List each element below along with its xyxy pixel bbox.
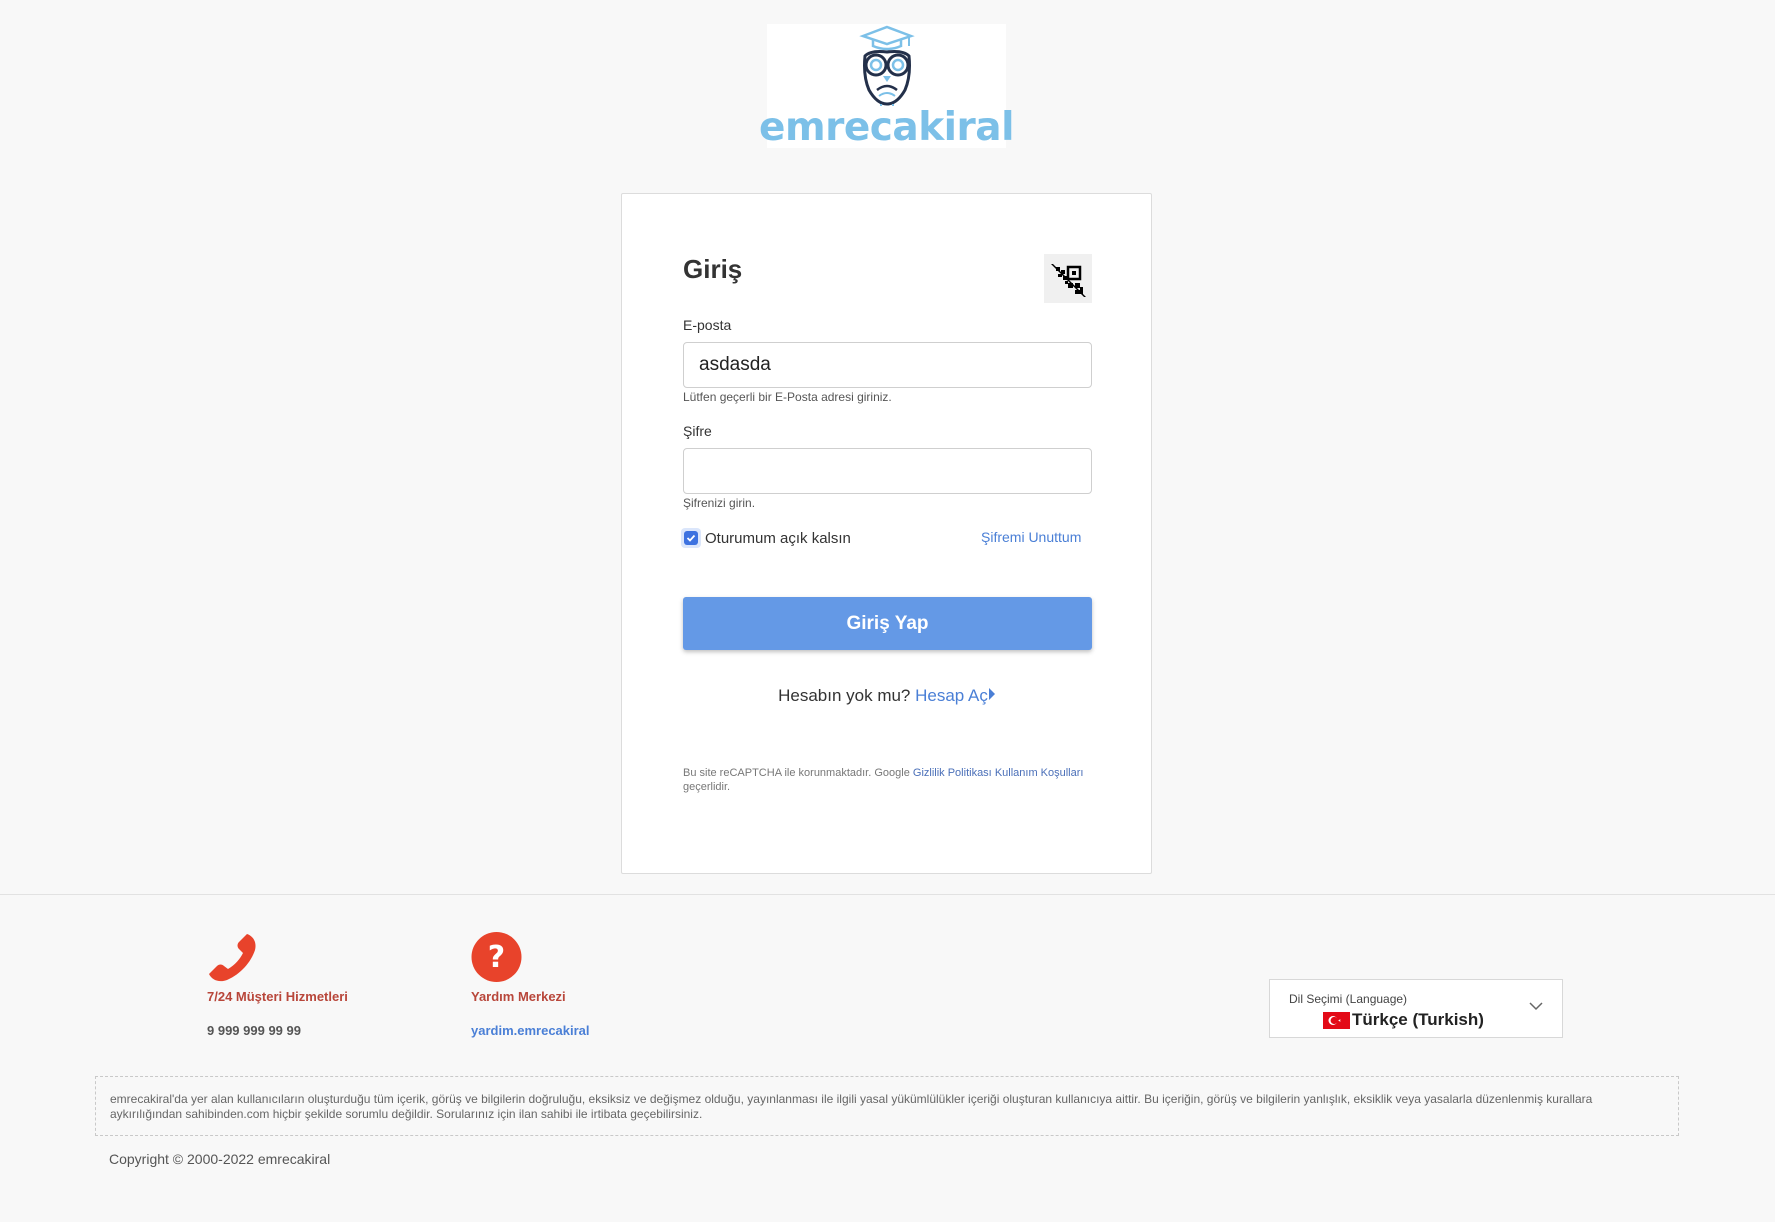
remember-me-label: Oturumum açık kalsın xyxy=(705,529,851,547)
owl-logo-icon xyxy=(858,25,915,106)
svg-text:?: ? xyxy=(488,940,505,975)
privacy-policy-link[interactable]: Gizlilik Politikası xyxy=(913,767,992,779)
check-icon xyxy=(686,534,696,542)
customer-service-phone: 9 999 999 99 99 xyxy=(207,1023,301,1038)
language-label: Dil Seçimi (Language) xyxy=(1289,992,1408,1006)
page-title: Giriş xyxy=(683,254,743,284)
email-hint: Lütfen geçerli bir E-Posta adresi girini… xyxy=(683,390,892,404)
terms-link[interactable]: Kullanım Koşulları xyxy=(995,767,1084,779)
help-center-title: Yardım Merkezi xyxy=(471,989,566,1004)
password-hint: Şifrenizi girin. xyxy=(683,496,756,510)
language-value-text: Türkçe (Turkish) xyxy=(1352,1010,1484,1029)
phone-icon xyxy=(209,934,256,982)
copyright: Copyright © 2000-2022 emrecakiral xyxy=(109,1151,331,1167)
login-card: Giriş E-posta Lütfen geçerli bir E-Posta… xyxy=(621,193,1152,874)
forgot-password-link[interactable]: Şifremi Unuttum xyxy=(981,529,1081,545)
recaptcha-notice: Bu site reCAPTCHA ile korunmaktadır. Goo… xyxy=(683,766,1093,794)
signup-link[interactable]: Hesap Aç xyxy=(915,686,995,705)
customer-service-block: 7/24 Müşteri Hizmetleri 9 999 999 99 99 xyxy=(207,932,348,1038)
chevron-down-icon xyxy=(1529,1002,1543,1011)
remember-me-checkbox[interactable] xyxy=(681,528,701,548)
help-center-block: ? Yardım Merkezi yardim.emrecakiral xyxy=(471,932,590,1038)
qr-code-icon xyxy=(1051,263,1086,297)
password-field[interactable] xyxy=(683,448,1092,494)
customer-service-title: 7/24 Müşteri Hizmetleri xyxy=(207,989,348,1004)
help-center-link[interactable]: yardim.emrecakiral xyxy=(471,1023,590,1038)
signup-link-label: Hesap Aç xyxy=(915,686,988,705)
caret-right-icon xyxy=(988,688,995,700)
language-select[interactable]: Dil Seçimi (Language) Türkçe (Turkish) xyxy=(1269,979,1563,1038)
brand-logo[interactable]: emrecakiral xyxy=(759,24,1014,148)
password-label: Şifre xyxy=(683,423,712,439)
footer-divider xyxy=(0,894,1775,895)
email-label: E-posta xyxy=(683,317,732,333)
remember-me-toggle[interactable]: Oturumum açık kalsın xyxy=(681,528,851,548)
recaptcha-prefix: Bu site reCAPTCHA ile korunmaktadır. Goo… xyxy=(683,767,910,779)
turkey-flag-icon xyxy=(1323,1011,1350,1029)
signup-prompt-text: Hesabın yok mu? xyxy=(778,686,911,705)
signup-prompt: Hesabın yok mu? Hesap Aç xyxy=(622,686,1151,706)
logo-text: emrecakiral xyxy=(759,105,1014,150)
question-icon: ? xyxy=(471,932,522,982)
legal-disclaimer: emrecakiral'da yer alan kullanıcıların o… xyxy=(95,1076,1679,1136)
recaptcha-suffix: geçerlidir. xyxy=(683,781,731,793)
login-button[interactable]: Giriş Yap xyxy=(683,597,1092,650)
language-value: Türkçe (Turkish) xyxy=(1323,1010,1484,1030)
email-field[interactable] xyxy=(683,342,1092,388)
qr-login-button[interactable] xyxy=(1044,254,1092,303)
